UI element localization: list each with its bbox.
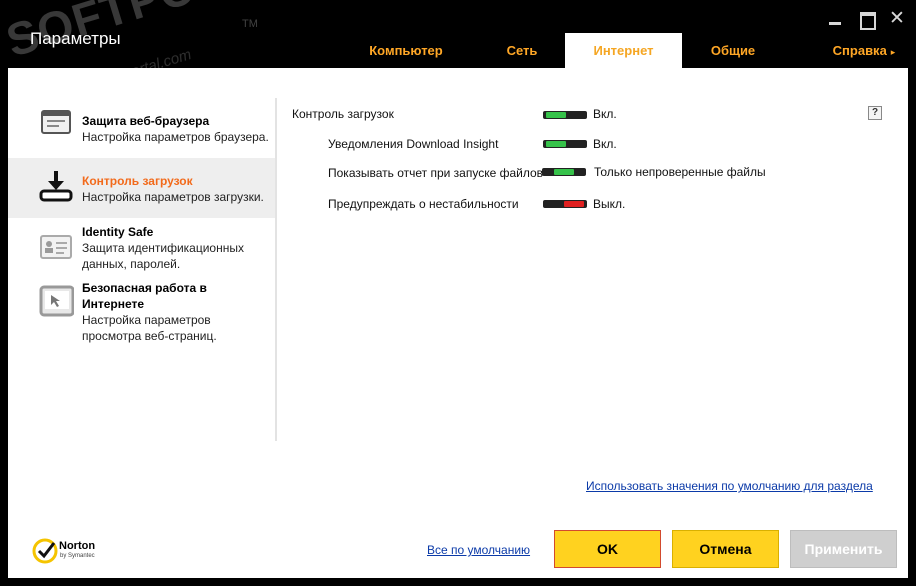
setting-label: Показывать отчет при запуске файлов [328,166,544,180]
toggle-download-control[interactable] [543,111,587,119]
toggle-knob [554,169,574,175]
sidebar-item-title: Identity Safe [82,225,154,239]
sidebar-item-desc: данных, паролей. [82,257,181,271]
toggle-download-insight[interactable] [543,140,587,148]
content-panel: Защита веб-браузера Настройка параметров… [8,68,908,578]
id-card-icon [40,235,72,259]
setting-label: Предупреждать о нестабильности [328,197,519,211]
tab-label: Справка [832,43,887,58]
toggle-knob [546,112,566,118]
sidebar: Защита веб-браузера Настройка параметров… [8,96,276,441]
norton-check-icon [32,538,58,564]
minimize-icon[interactable] [826,10,844,28]
setting-label: Уведомления Download Insight [328,137,499,151]
setting-label: Контроль загрузок [292,107,394,121]
toggle-knob [564,201,584,207]
close-icon[interactable]: ✕ [888,9,906,28]
brand-name: Norton [59,540,96,552]
apply-button[interactable]: Применить [790,530,897,568]
safe-web-icon [39,285,74,317]
tab-label: Общие [710,43,756,58]
sidebar-item-title: Безопасная работа в [82,281,207,295]
sidebar-item-title: Защита веб-браузера [82,114,210,128]
tab-label: Интернет [593,43,654,58]
chevron-right-icon: ▸ [890,47,896,57]
setting-value: Вкл. [593,107,617,121]
brand-sub: by Symantec [60,553,95,559]
norton-logo: Norton by Symantec [32,536,132,566]
watermark-tm: TM [242,18,258,30]
sidebar-item-desc: Настройка параметров загрузки. [82,190,264,204]
sidebar-item-desc: Настройка параметров [82,313,211,327]
toggle-show-report[interactable] [542,168,586,176]
setting-value: Выкл. [593,197,626,211]
sidebar-item-safe-web[interactable]: Безопасная работа в Интернете Настройка … [8,276,275,346]
tab-bar: Компьютер Сеть Интернет Общие Справка ▸ [340,33,916,68]
tab-label: Сеть [506,43,538,58]
sidebar-item-browser-protection[interactable]: Защита веб-браузера Настройка параметров… [8,96,275,156]
sidebar-item-download-control[interactable]: Контроль загрузок Настройка параметров з… [8,158,275,218]
setting-value: Только непроверенные файлы [594,165,766,179]
tab-computer[interactable]: Компьютер [350,33,462,68]
ok-button[interactable]: OK [554,530,661,568]
sidebar-item-desc: просмотра веб-страниц. [82,329,217,343]
tab-general[interactable]: Общие [690,33,776,68]
download-icon [39,171,73,202]
title-bar: SOFTPORTAL TM www.softportal.com Парамет… [0,0,916,100]
sidebar-item-title: Интернете [82,297,145,311]
sidebar-item-identity-safe[interactable]: Identity Safe Защита идентификационных д… [8,220,275,274]
tab-internet[interactable]: Интернет [565,33,682,68]
sidebar-item-desc: Настройка параметров браузера. [82,130,269,144]
window-title: Параметры [30,29,121,48]
browser-shield-icon [41,110,71,134]
cancel-button[interactable]: Отмена [672,530,779,568]
tab-help[interactable]: Справка ▸ [820,33,908,68]
tab-label: Компьютер [369,43,443,58]
all-defaults-link[interactable]: Все по умолчанию [427,543,530,557]
section-defaults-link[interactable]: Использовать значения по умолчанию для р… [586,479,873,493]
toggle-knob [546,141,566,147]
sidebar-divider [275,98,277,441]
tab-network[interactable]: Сеть [480,33,564,68]
sidebar-item-desc: Защита идентификационных [82,241,244,255]
toggle-stability-warning[interactable] [543,200,587,208]
help-button[interactable]: ? [868,106,882,120]
maximize-icon[interactable] [858,10,876,30]
setting-value: Вкл. [593,137,617,151]
sidebar-item-title: Контроль загрузок [82,174,193,188]
